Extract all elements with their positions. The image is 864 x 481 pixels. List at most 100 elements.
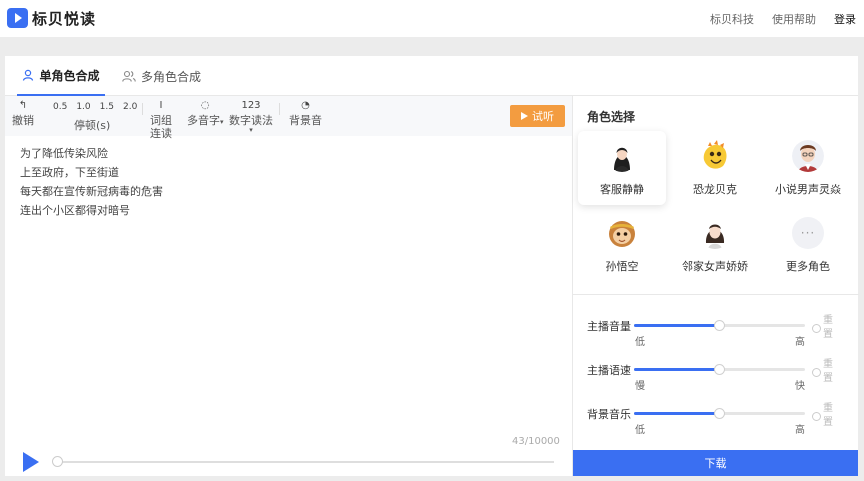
play-icon — [521, 112, 528, 120]
avatar-man-icon — [792, 140, 824, 172]
volume-slider-fill — [634, 324, 719, 327]
text-line: 连出个小区都得对暗号 — [20, 204, 130, 217]
volume-high-label: 高 — [795, 337, 805, 348]
polyphone-icon: ◌ — [200, 100, 210, 111]
pause-option[interactable]: 1.0 — [76, 102, 90, 112]
bgm-high-label: 高 — [795, 425, 805, 436]
more-icon: ··· — [792, 217, 824, 249]
logo[interactable]: 标贝悦读 — [7, 8, 96, 28]
role-name: 更多角色 — [786, 260, 830, 273]
play-button[interactable] — [23, 452, 39, 472]
undo-icon: ↰ — [18, 100, 28, 111]
progress-handle[interactable] — [52, 456, 63, 467]
speed-high-label: 快 — [795, 381, 805, 392]
number-reading-button[interactable]: 123 数字读法 ▾ — [229, 100, 273, 134]
speed-slider-handle[interactable] — [714, 364, 725, 375]
download-label: 下载 — [704, 457, 727, 470]
speed-low-label: 慢 — [635, 381, 645, 392]
polyphone-button[interactable]: ◌ 多音字▾ — [187, 100, 224, 129]
progress-track[interactable] — [58, 461, 554, 463]
role-name: 邻家女声娇娇 — [682, 260, 748, 273]
reset-icon — [812, 368, 821, 377]
editor-panel: ↰ 撤销 0.5 1.0 1.5 2.0 停顿(s) I 词组连读 ◌ 多音字▾… — [5, 96, 572, 476]
word-group-button[interactable]: I 词组连读 — [149, 100, 173, 140]
undo-label: 撤销 — [12, 114, 34, 127]
tab-bar: 单角色合成 多角色合成 — [5, 56, 858, 96]
avatar-girl-icon — [699, 217, 731, 249]
text-line: 每天都在宣传新冠病毒的危害 — [20, 185, 163, 198]
pause-option[interactable]: 1.5 — [100, 102, 114, 112]
role-select-title: 角色选择 — [587, 110, 636, 124]
avatar-woman-icon — [606, 140, 638, 172]
users-icon — [122, 70, 136, 82]
role-linjia-jiaojiao[interactable]: 邻家女声娇娇 — [671, 208, 759, 282]
bgm-slider-handle[interactable] — [714, 408, 725, 419]
speed-control: 主播语速 慢 快 重置 — [573, 359, 859, 402]
avatar-dinosaur-icon — [703, 140, 727, 169]
role-sun-wukong[interactable]: 孙悟空 — [578, 208, 666, 282]
tab-single-role[interactable]: 单角色合成 — [17, 56, 105, 96]
trial-listen-button[interactable]: 试听 — [510, 105, 565, 127]
polyphone-label: 多音字▾ — [187, 114, 224, 127]
text-line: 上至政府，下至街道 — [20, 166, 119, 179]
reset-label: 重置 — [823, 359, 833, 384]
role-name: 小说男声灵焱 — [775, 183, 841, 196]
role-kefu-jingjing[interactable]: 客服静静 — [578, 131, 666, 205]
settings-panel: 角色选择 客服静静 恐龙贝克 小说男声灵焱 孙悟空 邻家女声娇娇 ··· 更多角… — [572, 96, 859, 476]
pause-option[interactable]: 2.0 — [123, 102, 137, 112]
bgm-volume-control: 背景音乐 低 高 重置 — [573, 403, 859, 446]
download-button[interactable]: 下载 — [573, 450, 858, 476]
tab-multi-role[interactable]: 多角色合成 — [122, 56, 212, 96]
bgm-volume-label: 背景音乐 — [587, 408, 631, 421]
role-konglong-beike[interactable]: 恐龙贝克 — [671, 131, 759, 205]
toolbar-divider — [142, 103, 143, 115]
volume-label: 主播音量 — [587, 320, 631, 333]
role-name: 孙悟空 — [605, 260, 639, 273]
bgm-button[interactable]: ◔ 背景音 — [289, 100, 322, 127]
pause-options: 0.5 1.0 1.5 2.0 — [53, 102, 137, 112]
music-icon: ◔ — [301, 100, 310, 111]
speed-label: 主播语速 — [587, 364, 631, 377]
pause-option[interactable]: 0.5 — [53, 102, 67, 112]
volume-control: 主播音量 低 高 重置 — [573, 315, 859, 358]
top-bar: 标贝悦读 标贝科技 使用帮助 登录 — [0, 0, 864, 37]
role-name: 恐龙贝克 — [693, 183, 737, 196]
volume-reset-button[interactable]: 重置 — [812, 314, 842, 342]
main-card: 单角色合成 多角色合成 ↰ 撤销 0.5 1.0 1.5 2.0 停顿(s) I… — [5, 56, 859, 476]
avatar-monkey-icon — [609, 221, 635, 247]
toolbar-divider — [279, 103, 280, 115]
tab-single-role-label: 单角色合成 — [39, 68, 100, 83]
reset-icon — [812, 412, 821, 421]
top-links: 标贝科技 使用帮助 登录 — [710, 11, 856, 27]
word-group-label: 词组连读 — [150, 114, 172, 140]
text-line: 为了降低传染风险 — [20, 147, 108, 160]
audio-player — [5, 448, 572, 476]
volume-slider-handle[interactable] — [714, 320, 725, 331]
text-editor[interactable]: 为了降低传染风险 上至政府，下至街道 每天都在宣传新冠病毒的危害 连出个小区都得… — [20, 144, 560, 220]
link-biaobei-tech[interactable]: 标贝科技 — [710, 11, 754, 27]
speed-reset-button[interactable]: 重置 — [812, 358, 842, 386]
bgm-low-label: 低 — [635, 425, 645, 436]
volume-low-label: 低 — [635, 337, 645, 348]
role-name: 客服静静 — [600, 183, 644, 196]
panel-divider — [573, 294, 859, 295]
chevron-down-icon: ▾ — [249, 126, 253, 134]
bgm-slider-fill — [634, 412, 719, 415]
role-xiaoshuo-lingyan[interactable]: 小说男声灵焱 — [764, 131, 852, 205]
bgm-reset-button[interactable]: 重置 — [812, 402, 842, 430]
reset-icon — [812, 324, 821, 333]
speed-slider-fill — [634, 368, 719, 371]
bgm-label: 背景音 — [289, 114, 322, 127]
link-help[interactable]: 使用帮助 — [772, 11, 816, 27]
login-link[interactable]: 登录 — [834, 11, 856, 27]
user-icon — [23, 69, 34, 81]
pause-label: 停顿(s) — [74, 119, 111, 132]
logo-play-icon — [7, 8, 28, 28]
trial-listen-label: 试听 — [532, 110, 554, 123]
logo-text: 标贝悦读 — [32, 9, 97, 28]
undo-button[interactable]: ↰ 撤销 — [12, 100, 34, 127]
role-more[interactable]: ··· 更多角色 — [764, 208, 852, 282]
editor-toolbar: ↰ 撤销 0.5 1.0 1.5 2.0 停顿(s) I 词组连读 ◌ 多音字▾… — [5, 96, 572, 140]
reset-label: 重置 — [823, 403, 833, 428]
text-cursor-icon: I — [159, 100, 163, 111]
